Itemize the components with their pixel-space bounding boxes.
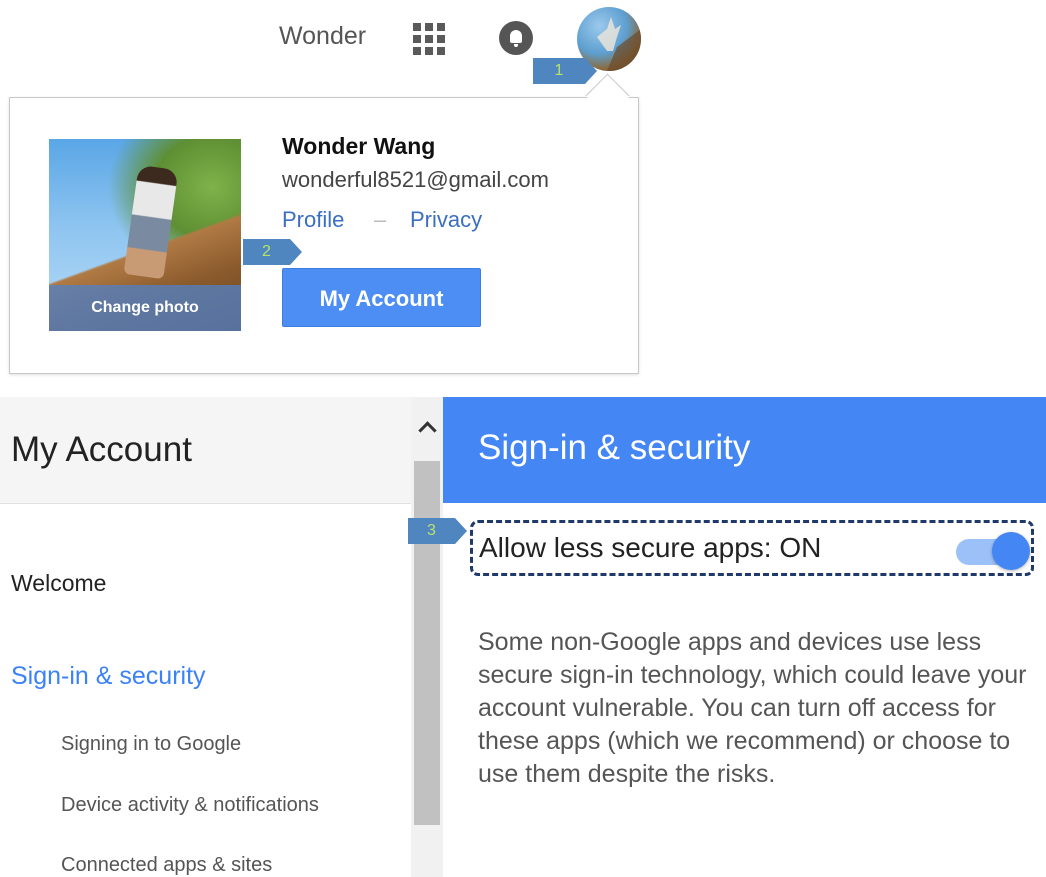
photo-person [123, 164, 179, 280]
step-marker-1: 1 [533, 58, 597, 84]
scroll-up-arrow-icon[interactable] [414, 415, 440, 441]
step-marker-2: 2 [243, 239, 302, 265]
sidebar-title: My Account [11, 430, 192, 469]
sidebar-subitem-device-activity[interactable]: Device activity & notifications [61, 794, 319, 817]
scrollbar-thumb[interactable] [414, 461, 440, 825]
change-photo-label[interactable]: Change photo [49, 285, 241, 331]
notifications-icon[interactable] [499, 21, 533, 55]
topbar-user-name[interactable]: Wonder [279, 22, 366, 51]
toggle-knob[interactable] [992, 532, 1030, 570]
user-full-name: Wonder Wang [282, 133, 436, 159]
step-marker-3: 3 [408, 518, 467, 544]
page-title: Sign-in & security [478, 428, 751, 467]
sidebar-subitem-connected-apps[interactable]: Connected apps & sites [61, 854, 272, 877]
sidebar-item-welcome[interactable]: Welcome [11, 570, 106, 597]
profile-photo[interactable]: Change photo [49, 139, 241, 331]
sidebar-item-sign-in-security[interactable]: Sign-in & security [11, 662, 206, 691]
sidebar-subitem-signing-in[interactable]: Signing in to Google [61, 733, 241, 756]
my-account-button[interactable]: My Account [282, 268, 481, 327]
privacy-link[interactable]: Privacy [410, 207, 482, 233]
profile-link[interactable]: Profile [282, 207, 344, 233]
link-separator: – [374, 207, 387, 232]
setting-description: Some non-Google apps and devices use les… [478, 628, 1027, 788]
user-email: wonderful8521@gmail.com [282, 167, 549, 192]
apps-grid-icon[interactable] [413, 23, 445, 55]
less-secure-apps-label: Allow less secure apps: ON [479, 532, 822, 563]
